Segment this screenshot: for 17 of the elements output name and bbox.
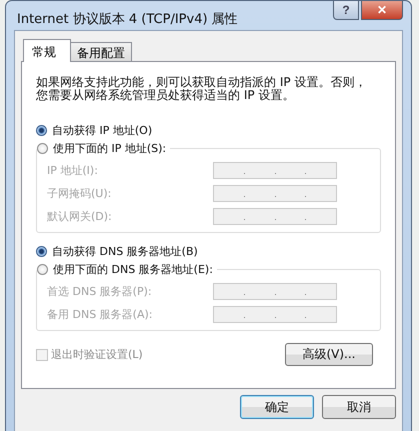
ok-button[interactable]: 确定 [240,395,314,419]
window-title: Internet 协议版本 4 (TCP/IPv4) 属性 [17,11,238,28]
cancel-button[interactable]: 取消 [322,395,396,419]
field-label: IP 地址(I): [47,163,98,178]
field-label: 子网掩码(U): [47,186,112,201]
advanced-button[interactable]: 高级(V)... [285,343,373,366]
tab[interactable]: 备用配置 [70,42,132,61]
radio-label[interactable]: 使用下面的 DNS 服务器地址(E): [53,262,213,277]
field-label: 默认网关(D): [47,209,112,224]
field-label: 备用 DNS 服务器(A): [47,307,152,322]
help-button[interactable]: ? [333,1,359,20]
tab[interactable]: 常规 [23,39,71,62]
description-text: 如果网络支持此功能，则可以获取自动指派的 IP 设置。否则，您需要从网络系统管理员处获得适当的 IP 设置。 [36,76,368,102]
radio-label[interactable]: 自动获得 DNS 服务器地址(B) [52,244,198,259]
radio-label[interactable]: 自动获得 IP 地址(O) [52,123,152,138]
field-label: 首选 DNS 服务器(P): [47,284,152,299]
radio-label[interactable]: 使用下面的 IP 地址(S): [53,141,166,156]
